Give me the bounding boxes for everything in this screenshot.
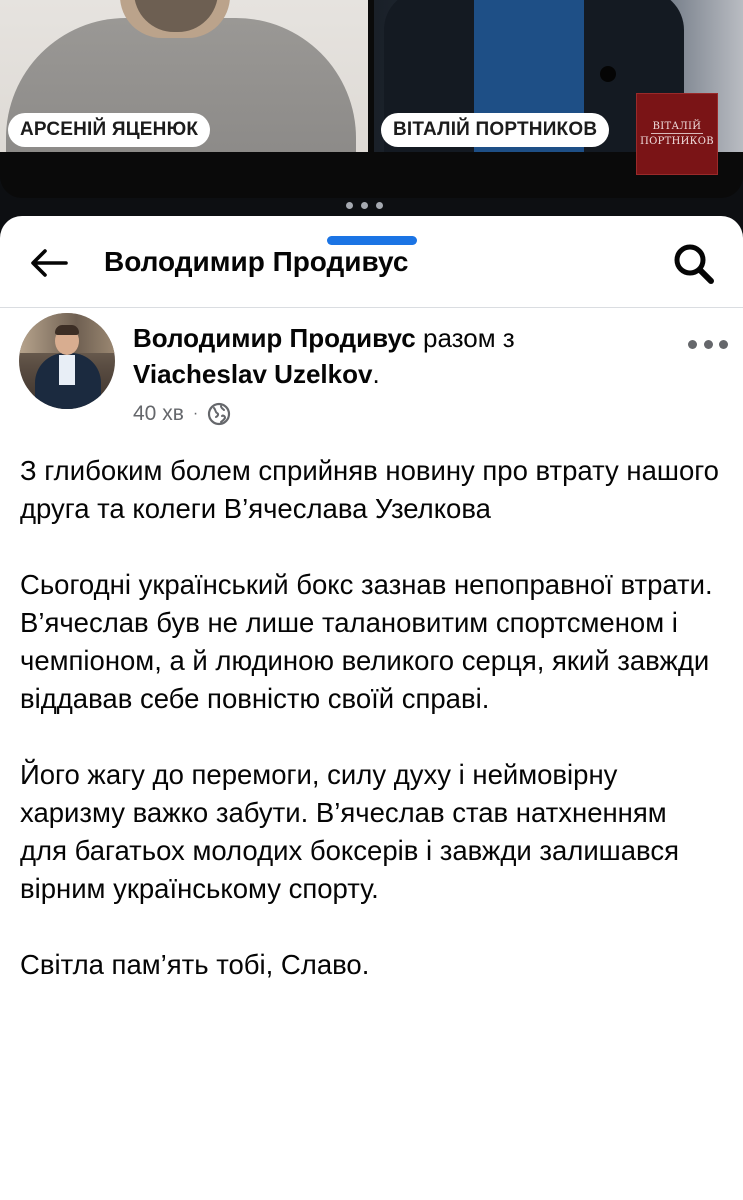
avatar-shirt <box>59 355 75 385</box>
author-line: Володимир Продивус разом з Viacheslav Uz… <box>133 320 653 392</box>
microphone-icon <box>600 66 616 82</box>
tagged-suffix: . <box>372 359 380 389</box>
speaker-left-name: АРСЕНІЙ ЯЦЕНЮК <box>8 113 211 147</box>
search-button[interactable] <box>670 241 718 287</box>
back-button[interactable] <box>26 243 72 283</box>
channel-logo: ВІТАЛІЙ ПОРТНИКОВ <box>636 93 718 175</box>
page-dot <box>376 202 383 209</box>
tagged-person[interactable]: Viacheslav Uzelkov <box>133 359 372 389</box>
page-dot <box>346 202 353 209</box>
post-paragraph-2: Сьогодні український бокс зазнав непопра… <box>20 569 713 714</box>
page-title: Володимир Продивус <box>104 246 409 277</box>
page-dot <box>361 202 368 209</box>
post-meta: 40 хв · <box>133 402 231 426</box>
post-time[interactable]: 40 хв <box>133 402 184 426</box>
channel-logo-line1: ВІТАЛІЙ <box>652 120 702 132</box>
more-dot <box>719 339 728 349</box>
speaker-right-name: ВІТАЛІЙ ПОРТНИКОВ <box>381 113 610 147</box>
channel-logo-rule <box>651 132 703 134</box>
with-text: разом з <box>422 323 515 353</box>
search-icon <box>674 244 714 284</box>
author-name[interactable]: Володимир Продивус <box>133 323 416 353</box>
channel-logo-line2: ПОРТНИКОВ <box>640 135 714 147</box>
more-horizontal-icon <box>688 339 697 349</box>
sheet-header: Володимир Продивус <box>0 216 743 308</box>
avatar-hair <box>55 325 79 335</box>
video-strip: АРСЕНІЙ ЯЦЕНЮК ВІТАЛІЙ ПОРТНИКОВ ВІТАЛІЙ… <box>0 0 743 198</box>
more-options-button[interactable] <box>688 334 728 354</box>
post-paragraph-3: Його жагу до перемоги, силу духу і неймо… <box>20 759 679 904</box>
post-paragraph-1: З глибоким болем сприйняв новину про втр… <box>20 455 719 524</box>
post-body: З глибоким болем сприйняв новину про втр… <box>20 452 720 1022</box>
post-paragraph-4: Світла пам’ять тобі, Славо. <box>20 949 370 980</box>
more-dot <box>703 339 713 349</box>
post-sheet: Володимир Продивус Володимир Продивус ра… <box>0 216 743 1200</box>
arrow-left-icon <box>31 249 68 277</box>
post-header: Володимир Продивус разом з Viacheslav Uz… <box>0 312 743 436</box>
globe-icon[interactable] <box>207 402 231 426</box>
meta-separator: · <box>192 405 199 422</box>
avatar[interactable] <box>19 313 115 409</box>
page-indicator <box>346 202 383 209</box>
